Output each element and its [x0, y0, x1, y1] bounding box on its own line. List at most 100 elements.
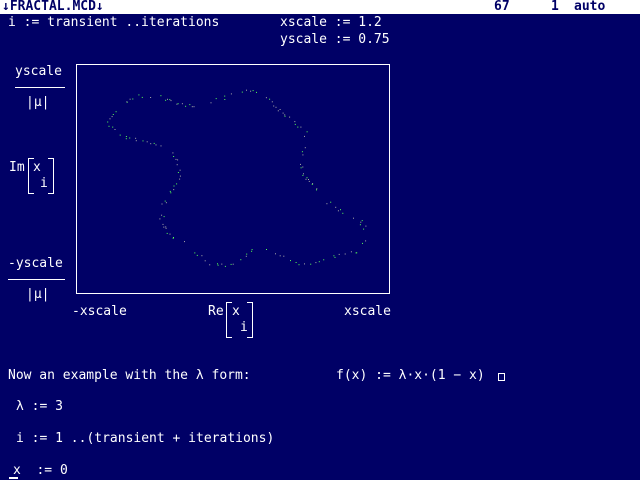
- fractal-point: [210, 102, 212, 104]
- xscale-definition[interactable]: xscale := 1.2: [280, 16, 382, 30]
- x-axis-left-label: -xscale: [72, 304, 127, 319]
- fractal-point: [161, 214, 163, 216]
- fractal-point: [132, 98, 134, 100]
- fractal-point: [316, 188, 318, 190]
- fractal-point: [298, 264, 300, 266]
- fractal-point: [306, 131, 308, 133]
- fractal-point: [221, 263, 223, 265]
- fractal-point: [150, 143, 152, 145]
- iteration-range-definition[interactable]: i := 1 ..(transient + iterations): [16, 432, 274, 446]
- fractal-point: [355, 252, 357, 254]
- fractal-point: [115, 111, 117, 113]
- fractal-point: [304, 147, 306, 149]
- fractal-point: [169, 233, 171, 235]
- x-axis-mid-function: Re: [208, 304, 224, 319]
- y-axis-top-denominator: |μ|: [26, 95, 50, 110]
- fractal-point: [179, 178, 181, 180]
- fractal-point: [308, 180, 310, 182]
- fractal-point: [240, 259, 242, 261]
- fractal-point: [114, 129, 116, 130]
- fractal-point: [169, 99, 171, 101]
- fractal-point: [165, 227, 167, 229]
- range-definition[interactable]: i := transient ..iterations: [8, 16, 219, 30]
- fractal-point: [185, 105, 187, 107]
- fractal-point: [146, 141, 148, 143]
- calc-mode[interactable]: auto: [574, 0, 605, 14]
- document-title[interactable]: ↓FRACTAL.MCD↓: [2, 0, 104, 14]
- fractal-point: [318, 261, 320, 263]
- fractal-point: [179, 169, 181, 171]
- fractal-point: [301, 151, 303, 153]
- fractal-point: [304, 135, 305, 137]
- fractal-point: [107, 121, 109, 123]
- fractal-point: [340, 209, 341, 211]
- fractal-point: [129, 137, 131, 139]
- y-axis-top-numerator: yscale: [15, 64, 62, 79]
- fractal-point: [112, 126, 114, 128]
- x0-definition[interactable]: x := 0: [13, 464, 68, 478]
- y-axis-bottom-denominator: |μ|: [26, 287, 50, 302]
- y-axis-mid-subscript: i: [40, 176, 48, 191]
- fractal-point: [337, 210, 339, 212]
- fractal-point: [265, 97, 267, 99]
- fractal-point: [334, 256, 336, 258]
- fractal-point: [338, 253, 340, 255]
- fractal-point: [172, 237, 174, 239]
- fractal-plot[interactable]: [76, 64, 390, 294]
- fractal-point: [316, 189, 317, 191]
- fractal-point: [363, 228, 365, 230]
- fractal-point: [245, 255, 247, 257]
- function-definition[interactable]: f(x) := λ·x·(1 − x): [336, 369, 485, 383]
- fractal-point: [326, 203, 328, 205]
- fractal-point: [256, 91, 257, 93]
- fractal-point: [361, 220, 363, 222]
- example-text[interactable]: Now an example with the λ form:: [8, 369, 251, 383]
- fractal-point: [275, 106, 277, 108]
- fractal-point: [246, 89, 247, 91]
- fractal-point: [119, 134, 121, 136]
- fractal-point: [297, 126, 299, 128]
- fractal-point: [289, 116, 291, 118]
- lambda-definition[interactable]: λ := 3: [16, 400, 63, 414]
- fractal-point: [311, 183, 313, 185]
- fractal-point: [300, 163, 301, 165]
- fractal-point: [173, 189, 175, 191]
- fractal-point: [310, 263, 312, 265]
- fractal-point: [224, 95, 226, 97]
- fractal-point: [277, 110, 279, 112]
- yscale-definition[interactable]: yscale := 0.75: [280, 33, 390, 47]
- fractal-point: [304, 263, 305, 265]
- fractal-point: [191, 106, 193, 108]
- fractal-point: [353, 217, 354, 219]
- text-cursor: [9, 477, 18, 479]
- fractal-point: [165, 226, 167, 228]
- fractal-point: [162, 223, 164, 225]
- line-number: 67: [494, 0, 510, 14]
- fractal-point: [165, 202, 167, 204]
- x-axis-right-label: xscale: [344, 304, 391, 319]
- fractal-point: [308, 179, 309, 180]
- fractal-point: [177, 159, 179, 161]
- fractal-point: [150, 97, 152, 98]
- fractal-point: [230, 93, 232, 95]
- fractal-point: [173, 156, 175, 157]
- fractal-point: [323, 259, 325, 261]
- page-number: 1: [551, 0, 559, 14]
- fractal-point: [173, 185, 175, 187]
- fractal-point: [282, 112, 284, 114]
- fractal-point: [269, 98, 271, 100]
- fractal-point: [251, 249, 253, 251]
- fractal-point: [169, 190, 171, 192]
- fractal-point: [333, 255, 335, 257]
- fractal-point: [246, 253, 248, 255]
- fractal-point: [360, 221, 362, 223]
- y-axis-bottom-numerator: -yscale: [8, 256, 63, 271]
- fractal-point: [167, 98, 168, 100]
- fractal-point: [300, 167, 302, 169]
- fractal-point: [176, 164, 178, 166]
- fractal-point: [306, 177, 308, 179]
- fractal-point: [165, 99, 167, 101]
- fractal-point: [250, 90, 252, 92]
- fractal-point: [125, 138, 127, 140]
- fractal-point: [201, 255, 203, 257]
